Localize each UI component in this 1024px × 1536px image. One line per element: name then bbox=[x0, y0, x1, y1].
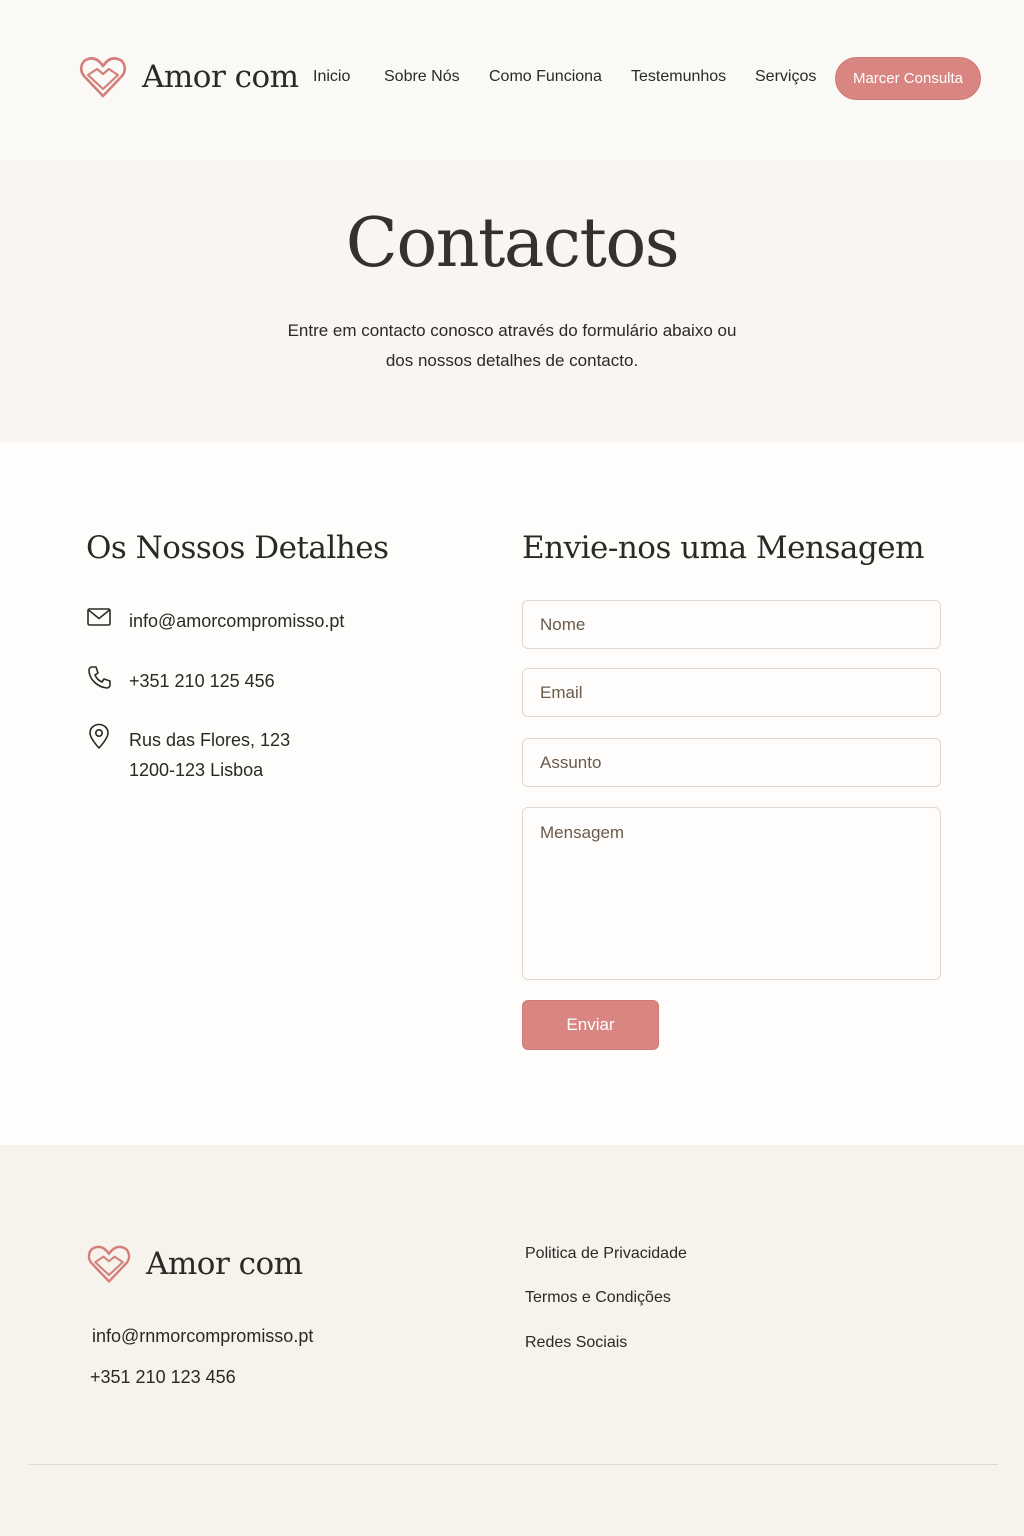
footer-email[interactable]: info@rnmorcompromisso.pt bbox=[92, 1326, 313, 1347]
location-pin-icon bbox=[89, 723, 109, 749]
details-heading: Os Nossos Detalhes bbox=[86, 530, 389, 566]
contact-phone[interactable]: +351 210 125 456 bbox=[129, 666, 275, 696]
book-consultation-button[interactable]: Marcer Consulta bbox=[835, 57, 981, 100]
form-heading: Envie-nos uma Mensagem bbox=[522, 530, 924, 566]
footer-logo[interactable]: Amor com bbox=[86, 1241, 303, 1287]
footer-link-terms[interactable]: Termos e Condições bbox=[525, 1289, 671, 1307]
mail-icon bbox=[87, 608, 111, 626]
nav-item-servicos[interactable]: Serviços bbox=[755, 68, 816, 86]
detail-address: Rus das Flores, 123 1200-123 Lisboa bbox=[86, 723, 290, 785]
subject-input[interactable] bbox=[522, 738, 941, 787]
contact-section: Os Nossos Detalhes info@amorcompromisso.… bbox=[0, 442, 1024, 1145]
footer-link-privacy[interactable]: Politica de Privacidade bbox=[525, 1245, 687, 1263]
site-header: Amor com Inicio Sobre Nós Como Funciona … bbox=[0, 0, 1024, 160]
send-button[interactable]: Enviar bbox=[522, 1000, 659, 1050]
subtitle-line-2: dos nossos detalhes de contacto. bbox=[385, 351, 639, 370]
email-input[interactable] bbox=[522, 668, 941, 717]
address-line-1: Rus das Flores, 123 bbox=[129, 730, 291, 750]
message-textarea[interactable] bbox=[522, 807, 941, 980]
detail-phone: +351 210 125 456 bbox=[86, 666, 275, 696]
page-title: Contactos bbox=[345, 204, 680, 283]
contact-address: Rus das Flores, 123 1200-123 Lisboa bbox=[129, 725, 290, 785]
nav-item-inicio[interactable]: Inicio bbox=[313, 68, 350, 86]
footer-divider bbox=[28, 1464, 998, 1465]
nav-item-sobre-nos[interactable]: Sobre Nós bbox=[384, 68, 460, 86]
nav-item-como-funciona[interactable]: Como Funciona bbox=[489, 68, 602, 86]
heart-logo-icon bbox=[87, 1245, 131, 1283]
address-line-2: 1200-123 Lisboa bbox=[129, 760, 264, 780]
footer-link-social[interactable]: Redes Sociais bbox=[525, 1334, 627, 1352]
nav-item-testemunhos[interactable]: Testemunhos bbox=[631, 68, 726, 86]
page-subtitle: Entre em contacto conosco através do for… bbox=[247, 316, 777, 376]
footer-phone[interactable]: +351 210 123 456 bbox=[90, 1367, 236, 1388]
contact-email[interactable]: info@amorcompromisso.pt bbox=[129, 606, 344, 636]
hero-section: Contactos Entre em contacto conosco atra… bbox=[0, 160, 1024, 442]
name-input[interactable] bbox=[522, 600, 941, 649]
footer-brand-name: Amor com bbox=[146, 1246, 303, 1282]
subtitle-line-1: Entre em contacto conosco através do for… bbox=[287, 321, 737, 340]
phone-icon bbox=[88, 666, 111, 689]
detail-email: info@amorcompromisso.pt bbox=[86, 606, 344, 636]
site-footer: Amor com info@rnmorcompromisso.pt +351 2… bbox=[0, 1145, 1024, 1536]
